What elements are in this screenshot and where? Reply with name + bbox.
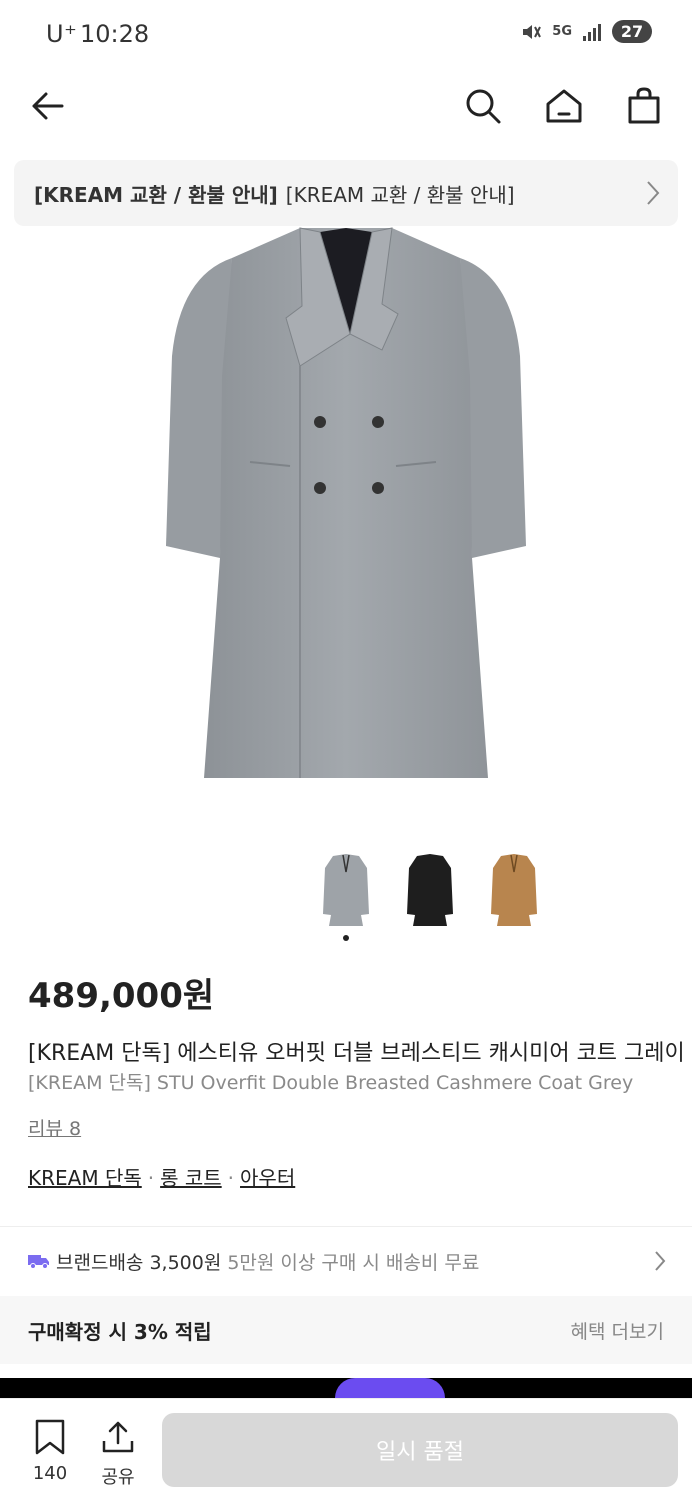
battery-indicator: 27 [612,20,652,43]
category-separator: · [227,1166,235,1190]
share-icon [102,1421,134,1453]
benefit-text: 구매확정 시 3% 적립 [28,1319,212,1344]
category-separator: · [147,1166,155,1190]
thumbnail-grey[interactable] [321,852,371,928]
category-link[interactable]: 아우터 [240,1166,295,1190]
bottom-action-bar: 140 공유 일시 품절 [0,1398,692,1500]
network-label: 5G [552,24,572,39]
back-arrow-icon[interactable] [28,86,68,126]
carrier-label: U⁺ [46,20,78,48]
carousel-indicator [343,935,349,941]
truck-icon [28,1255,49,1269]
divider [0,1226,692,1227]
product-image[interactable] [150,226,542,786]
exchange-refund-notice[interactable]: [KREAM 교환 / 환불 안내] [KREAM 교환 / 환불 안내] [14,160,678,226]
chevron-right-icon [647,181,660,205]
points-benefit: 구매확정 시 3% 적립 혜택 더보기 [0,1296,692,1364]
status-icons: 5G 27 [520,20,652,43]
thumbnail-black[interactable] [405,852,455,928]
promo-banner[interactable] [0,1378,692,1398]
clock: 10:28 [80,20,150,48]
color-thumbnails [0,852,692,932]
notice-text: [KREAM 교환 / 환불 안내] [285,182,515,207]
bookmark-icon [35,1419,65,1455]
status-bar: U⁺ 10:28 5G 27 [0,0,692,72]
chevron-right-icon [655,1251,666,1271]
category-link[interactable]: KREAM 단독 [28,1166,142,1190]
home-icon[interactable] [544,86,584,126]
banner-graphic [335,1378,445,1398]
category-link[interactable]: 롱 코트 [160,1166,222,1190]
bookmark-count: 140 [32,1463,68,1484]
shopping-bag-icon[interactable] [624,86,664,126]
thumbnail-camel[interactable] [489,852,539,928]
shipping-condition: 5만원 이상 구매 시 배송비 무료 [227,1251,480,1274]
shipping-info[interactable]: 브랜드배송 3,500원 5만원 이상 구매 시 배송비 무료 [0,1228,692,1294]
shipping-fee: 브랜드배송 3,500원 [56,1251,222,1274]
signal-icon [583,23,601,41]
share-button[interactable]: 공유 [94,1419,142,1489]
review-link[interactable]: 리뷰 8 [28,1114,81,1141]
share-label: 공유 [101,1467,135,1488]
product-title-ko: [KREAM 단독] 에스티유 오버핏 더블 브레스티드 캐시미어 코트 그레이 [28,1041,685,1066]
benefit-more-link[interactable]: 혜택 더보기 [571,1317,664,1344]
bookmark-button[interactable]: 140 [26,1419,74,1484]
product-price: 489,000원 [28,976,215,1016]
search-icon[interactable] [463,86,503,126]
top-nav [0,72,692,144]
category-links: KREAM 단독 · 롱 코트 · 아우터 [28,1162,295,1191]
notice-title: [KREAM 교환 / 환불 안내] [34,182,278,207]
product-title-en: [KREAM 단독] STU Overfit Double Breasted C… [28,1072,634,1094]
soldout-button[interactable]: 일시 품절 [162,1413,678,1487]
mute-icon [523,24,542,39]
